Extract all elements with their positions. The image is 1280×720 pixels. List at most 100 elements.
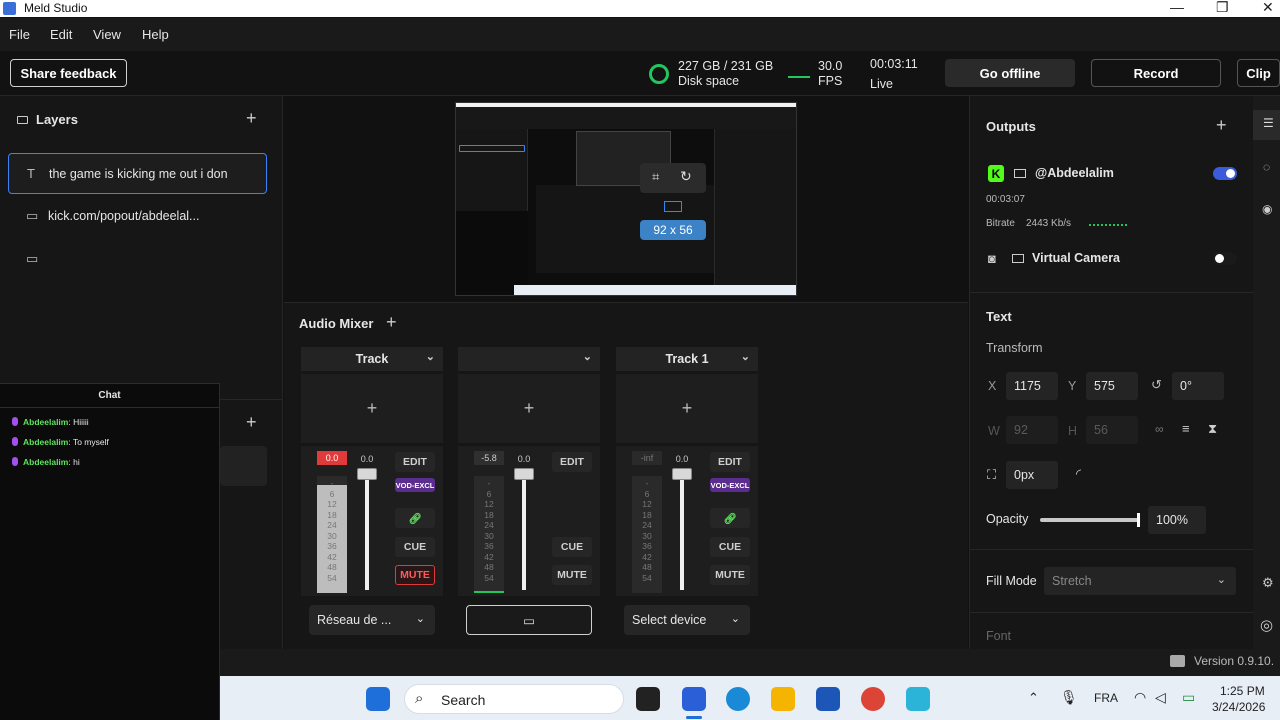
fader-handle[interactable] [672,468,692,480]
preview-canvas[interactable]: ⌗ ↻ 92 x 56 [455,102,797,296]
language-indicator[interactable]: FRA [1094,691,1118,705]
cue-button[interactable]: CUE [710,537,750,557]
fader-track[interactable] [365,468,369,590]
chat-bubble-icon[interactable]: ◌ [1263,160,1270,174]
add-filter-button[interactable]: + [301,374,443,443]
chrome-icon[interactable] [861,687,885,711]
battery-icon[interactable]: ▭ [1182,689,1195,706]
layer-item-display[interactable]: ▭ [8,238,267,279]
flip-horizontal-icon[interactable]: ⧗ [1208,421,1217,437]
edit-button[interactable]: EDIT [710,452,750,472]
layer-label: the game is kicking me out i don [49,166,228,181]
mixer-strip: ⌄ + -5.8 0.0 -6 12 18 24 30 36 42 48 54 EDIT CUE… [458,347,600,639]
volume-icon[interactable]: ◁ [1155,689,1166,706]
add-output-button[interactable]: + [1216,115,1227,136]
add-filter-button[interactable]: + [458,374,600,443]
edit-button[interactable]: EDIT [395,452,435,472]
add-scene-button[interactable]: + [246,412,257,433]
close-icon[interactable]: ✕ [1262,0,1274,16]
mute-button[interactable]: MUTE [395,565,435,585]
device-select[interactable]: ▭ [466,605,592,635]
disk-ring-icon [649,64,669,84]
link-aspect-icon[interactable]: ∞ [1155,422,1164,436]
y-input[interactable]: 575 [1086,372,1138,400]
fill-mode-select[interactable]: Stretch ⌄ [1044,567,1236,595]
mic-icon [12,437,18,446]
x-input[interactable]: 1175 [1006,372,1058,400]
channel-toggle[interactable] [1213,167,1237,180]
meld-app-icon[interactable] [682,687,706,711]
fader-track[interactable] [680,468,684,590]
virtual-camera-toggle[interactable] [1213,252,1237,265]
record-button[interactable]: Record [1091,59,1221,87]
fader-handle[interactable] [357,468,377,480]
fader-track[interactable] [522,468,526,590]
link-icon[interactable]: 🔗︎ [710,508,750,528]
opacity-input[interactable]: 100% [1148,506,1206,534]
edit-button[interactable]: EDIT [552,452,592,472]
clock-date[interactable]: 3/24/2026 [1212,700,1265,714]
properties-tab[interactable]: ☰ [1253,110,1280,140]
windows-start-icon[interactable] [366,687,390,711]
clip-button[interactable]: Clip [1237,59,1280,87]
layer-item-text[interactable]: T the game is kicking me out i don [8,153,267,194]
width-input[interactable]: 92 [1006,416,1058,444]
clock-time[interactable]: 1:25 PM [1220,684,1265,698]
link-icon[interactable]: 🔗︎ [395,508,435,528]
menu-file[interactable]: File [9,27,30,42]
task-view-icon[interactable] [636,687,660,711]
share-feedback-button[interactable]: Share feedback [10,59,127,87]
height-input[interactable]: 56 [1086,416,1138,444]
device-select[interactable]: Réseau de ... ⌄ [309,605,435,635]
layer-item-browser[interactable]: ▭ kick.com/popout/abdeelal... [8,195,267,236]
corner-radius-input[interactable]: 0px [1006,461,1058,489]
device-select[interactable]: Select device ⌄ [624,605,750,635]
vod-exclude-badge[interactable]: VOD-EXCL [710,478,750,492]
rotation-input[interactable]: 0° [1172,372,1224,400]
go-offline-button[interactable]: Go offline [945,59,1075,87]
opacity-slider[interactable] [1040,513,1140,527]
vod-exclude-badge[interactable]: VOD-EXCL [395,478,435,492]
mute-button[interactable]: MUTE [552,565,592,585]
store-icon[interactable] [816,687,840,711]
rotate-icon[interactable]: ↻ [680,168,692,185]
menu-bar: File Edit View Help [0,18,1280,51]
menu-help[interactable]: Help [142,27,169,42]
file-explorer-icon[interactable] [771,687,795,711]
fader-handle[interactable] [514,468,534,480]
chat-user: Abdeelalim [23,457,69,467]
microphone-icon[interactable]: 🎙︎ [1060,689,1078,706]
account-icon[interactable]: ◎ [1260,616,1273,634]
maximize-icon[interactable]: ❐ [1216,0,1229,16]
gear-icon[interactable]: ⚙ [1262,575,1274,591]
cue-button[interactable]: CUE [395,537,435,557]
add-track-button[interactable]: + [386,312,397,333]
track-header[interactable]: ⌄ [458,347,600,371]
menu-edit[interactable]: Edit [50,27,72,42]
monitor-icon: ▭ [523,613,535,628]
scene-item[interactable] [220,446,267,486]
level-meter: -6 12 18 24 30 36 42 48 54 [317,476,347,593]
transform-toolbox[interactable]: ⌗ ↻ [640,163,706,193]
track-header[interactable]: Track 1 ⌄ [616,347,758,371]
broadcast-icon[interactable]: ◉ [1262,202,1272,216]
meter-scale: -6 12 18 24 30 36 42 48 54 [327,478,337,583]
preview-taskbar [514,285,796,295]
selection-box[interactable] [664,201,682,212]
menu-view[interactable]: View [93,27,121,42]
edge-icon[interactable] [726,687,750,711]
wifi-icon[interactable]: ◠ [1134,689,1146,706]
taskbar-search[interactable]: ⌕ Search [404,684,624,714]
app-icon[interactable] [906,687,930,711]
chevron-up-icon[interactable]: ⌃ [1028,690,1039,706]
mute-button[interactable]: MUTE [710,565,750,585]
minimize-icon[interactable]: — [1170,0,1184,15]
crop-icon[interactable]: ⌗ [652,169,659,185]
opacity-slider-handle[interactable] [1137,513,1140,527]
track-header[interactable]: Track ⌄ [301,347,443,371]
flip-vertical-icon[interactable]: ≡ [1182,421,1190,436]
cue-button[interactable]: CUE [552,537,592,557]
add-layer-button[interactable]: + [246,108,257,129]
add-filter-button[interactable]: + [616,374,758,443]
fullscreen-icon[interactable]: ⛶ [987,467,996,483]
